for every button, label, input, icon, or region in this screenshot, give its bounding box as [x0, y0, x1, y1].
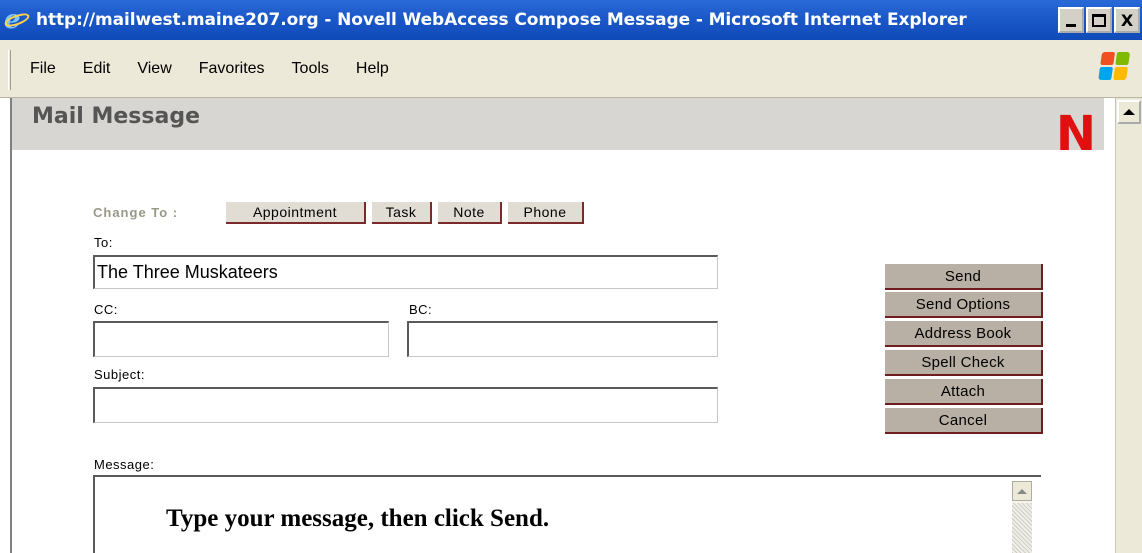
bc-label: BC:	[409, 302, 433, 317]
change-to-label: Change To :	[93, 205, 179, 220]
minimize-button[interactable]	[1058, 7, 1084, 33]
page-title: Mail Message	[32, 104, 200, 129]
change-to-task-button[interactable]: Task	[372, 202, 432, 224]
menu-bar: File Edit View Favorites Tools Help	[0, 40, 1142, 98]
maximize-button[interactable]	[1086, 7, 1112, 33]
to-field[interactable]: The Three Muskateers	[93, 255, 718, 289]
subject-field[interactable]	[93, 387, 718, 423]
cc-label: CC:	[94, 302, 118, 317]
address-book-button[interactable]: Address Book	[885, 321, 1043, 347]
close-button[interactable]: X	[1114, 7, 1140, 33]
subject-label: Subject:	[94, 367, 145, 382]
send-options-button[interactable]: Send Options	[885, 292, 1043, 318]
cc-field[interactable]	[93, 321, 389, 357]
message-scrollbar[interactable]	[1012, 481, 1032, 553]
page-header: Mail Message N	[12, 98, 1104, 158]
attach-button[interactable]: Attach	[885, 379, 1043, 405]
menu-tools[interactable]: Tools	[292, 60, 329, 78]
novell-logo: N	[1055, 106, 1096, 162]
bc-field[interactable]	[407, 321, 718, 357]
instruction-caption: Type your message, then click Send.	[166, 505, 550, 532]
ie-logo-icon: e	[3, 5, 31, 35]
scroll-up-arrow-icon[interactable]	[1117, 100, 1141, 124]
send-button[interactable]: Send	[885, 264, 1043, 290]
toolbar-grip[interactable]	[8, 50, 11, 90]
cancel-button[interactable]: Cancel	[885, 408, 1043, 434]
windows-flag-icon	[1098, 52, 1131, 82]
window-controls: X	[1058, 7, 1140, 33]
menu-file[interactable]: File	[30, 60, 56, 78]
menu-view[interactable]: View	[137, 60, 171, 78]
change-to-appointment-button[interactable]: Appointment	[226, 202, 366, 224]
change-to-phone-button[interactable]: Phone	[508, 202, 584, 224]
spell-check-button[interactable]: Spell Check	[885, 350, 1043, 376]
window-title: http://mailwest.maine207.org - Novell We…	[36, 10, 967, 30]
change-to-note-button[interactable]: Note	[438, 202, 502, 224]
message-scroll-up-icon[interactable]	[1012, 481, 1032, 501]
menu-favorites[interactable]: Favorites	[199, 60, 265, 78]
message-label: Message:	[94, 457, 155, 472]
message-scroll-track[interactable]	[1012, 503, 1032, 553]
to-label: To:	[94, 235, 113, 250]
menu-help[interactable]: Help	[356, 60, 389, 78]
menu-edit[interactable]: Edit	[83, 60, 111, 78]
window-titlebar: e http://mailwest.maine207.org - Novell …	[0, 0, 1142, 40]
page-scrollbar[interactable]	[1115, 98, 1142, 553]
